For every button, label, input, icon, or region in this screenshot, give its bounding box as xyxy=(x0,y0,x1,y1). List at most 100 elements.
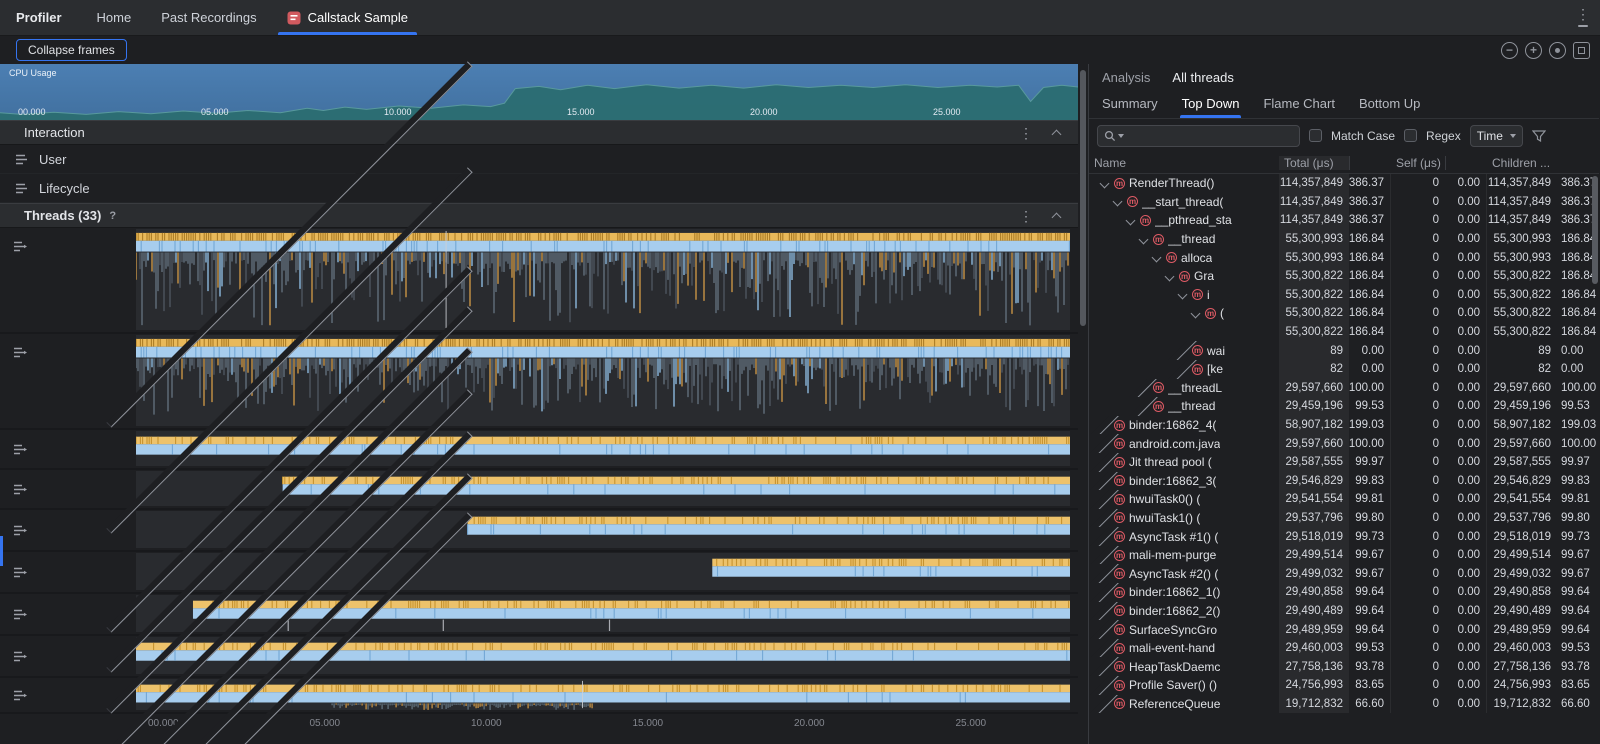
tab-past-recordings[interactable]: Past Recordings xyxy=(146,0,271,35)
collapse-chevron-icon[interactable] xyxy=(1100,178,1110,188)
tree-row[interactable]: m__thread29,459,19699.5300.0029,459,1969… xyxy=(1089,397,1599,416)
thread-label[interactable]: RenderThread xyxy=(0,552,136,592)
function-name: mali-mem-purge xyxy=(1129,548,1216,562)
collapse-chevron-icon[interactable] xyxy=(1152,253,1162,263)
tree-row[interactable]: mhwuiTask1() (29,537,79699.8000.0029,537… xyxy=(1089,509,1599,528)
tab-all-threads[interactable]: All threads xyxy=(1172,70,1233,85)
tree-row[interactable]: 55,300,822186.8400.0055,300,822186.84 xyxy=(1089,323,1599,342)
thread-label[interactable]: RenderThread xyxy=(0,430,136,468)
tree-row[interactable]: mi55,300,822186.8400.0055,300,822186.84 xyxy=(1089,286,1599,305)
tab-bottom-up[interactable]: Bottom Up xyxy=(1359,96,1420,118)
function-name: [ke xyxy=(1207,362,1223,376)
collapse-section-icon[interactable] xyxy=(1052,213,1062,223)
interaction-row-user[interactable]: User xyxy=(0,145,1078,174)
collapse-chevron-icon[interactable] xyxy=(1191,309,1201,319)
match-case-checkbox[interactable] xyxy=(1309,129,1322,142)
tree-row[interactable]: mRenderThread()114,357,849386.3700.00114… xyxy=(1089,174,1599,193)
collapse-chevron-icon[interactable] xyxy=(1113,197,1123,207)
tree-row[interactable]: m[ke820.0000.00820.00 xyxy=(1089,360,1599,379)
column-header-self[interactable]: Self (μs) xyxy=(1391,156,1445,170)
tree-row[interactable]: mbinder:16862_2()29,490,48999.6400.0029,… xyxy=(1089,602,1599,621)
reset-zoom-icon[interactable] xyxy=(1549,42,1566,59)
cell-children: 55,300,993 xyxy=(1487,248,1557,267)
tree-row[interactable]: mProfile Saver() ()24,756,99383.6500.002… xyxy=(1089,676,1599,695)
threads-kebab-icon[interactable]: ⋮ xyxy=(1019,210,1033,222)
tree-row[interactable]: mHeapTaskDaemc27,758,13693.7800.0027,758… xyxy=(1089,657,1599,676)
tree-row[interactable]: m__threadL29,597,660100.0000.0029,597,66… xyxy=(1089,379,1599,398)
kebab-menu-icon[interactable]: ⋮ xyxy=(1576,8,1590,20)
collapse-chevron-icon[interactable] xyxy=(1178,290,1188,300)
tree-row[interactable]: mAsyncTask #1() (29,518,01999.7300.0029,… xyxy=(1089,527,1599,546)
tree-row[interactable]: mbinder:16862_1()29,490,85899.6400.0029,… xyxy=(1089,583,1599,602)
thread-label[interactable]: AsyncTask #1 xyxy=(0,636,136,676)
tab-flame-chart[interactable]: Flame Chart xyxy=(1263,96,1335,118)
tree-row[interactable]: m__thread55,300,993186.8400.0055,300,993… xyxy=(1089,230,1599,249)
collapse-frames-button[interactable]: Collapse frames xyxy=(16,39,127,61)
left-scrollbar[interactable] xyxy=(1078,64,1088,744)
tree-row[interactable]: mReferenceQueue19,712,83266.6000.0019,71… xyxy=(1089,695,1599,714)
column-header-children[interactable]: Children ... xyxy=(1487,156,1599,170)
collapse-section-icon[interactable] xyxy=(1052,130,1062,140)
right-scrollbar-thumb[interactable] xyxy=(1592,176,1598,284)
tab-callstack-sample[interactable]: Callstack Sample xyxy=(272,0,423,35)
collapse-chevron-icon[interactable] xyxy=(1165,271,1175,281)
cell-self-pct: 0.00 xyxy=(1445,360,1487,379)
method-icon: m xyxy=(1114,494,1125,505)
help-icon[interactable]: ? xyxy=(109,210,116,222)
thread-track[interactable] xyxy=(136,335,1070,426)
tab-analysis[interactable]: Analysis xyxy=(1102,70,1150,85)
thread-row[interactable]: RenderThread xyxy=(0,510,1078,552)
thread-label[interactable]: HeapTaskDae... xyxy=(0,594,136,634)
thread-row[interactable]: android.com.ja... xyxy=(0,228,1078,334)
tree-row[interactable]: m__pthread_sta114,357,849386.3700.00114,… xyxy=(1089,211,1599,230)
interaction-row-lifecycle[interactable]: Lifecycle xyxy=(0,174,1078,203)
thread-label[interactable]: RenderThread xyxy=(0,334,136,428)
tab-summary[interactable]: Summary xyxy=(1102,96,1158,118)
thread-label[interactable]: RenderThread xyxy=(0,510,136,550)
regex-checkbox[interactable] xyxy=(1404,129,1417,142)
thread-icon xyxy=(14,484,27,495)
zoom-in-icon[interactable]: + xyxy=(1525,42,1542,59)
interaction-kebab-icon[interactable]: ⋮ xyxy=(1019,127,1033,139)
tree-row[interactable]: mhwuiTask0() (29,541,55499.8100.0029,541… xyxy=(1089,490,1599,509)
thread-label[interactable]: RenderThread xyxy=(0,470,136,508)
tree-row[interactable]: mwai890.0000.00890.00 xyxy=(1089,341,1599,360)
thread-row[interactable]: RenderThread xyxy=(0,430,1078,470)
tree-row[interactable]: mSurfaceSyncGro29,489,95999.6400.0029,48… xyxy=(1089,620,1599,639)
tree-row[interactable]: mbinder:16862_3(29,546,82999.8300.0029,5… xyxy=(1089,472,1599,491)
thread-label[interactable]: android.com.ja... xyxy=(0,228,136,332)
tab-top-down[interactable]: Top Down xyxy=(1182,96,1240,118)
tree-row[interactable]: mGra55,300,822186.8400.0055,300,822186.8… xyxy=(1089,267,1599,286)
interaction-header[interactable]: Interaction ⋮ xyxy=(0,120,1078,145)
column-header-name[interactable]: Name xyxy=(1089,156,1279,170)
tab-home[interactable]: Home xyxy=(82,0,147,35)
tree-row[interactable]: mmali-event-hand29,460,00399.5300.0029,4… xyxy=(1089,639,1599,658)
tree-row[interactable]: mandroid.com.java29,597,660100.0000.0029… xyxy=(1089,434,1599,453)
zoom-out-icon[interactable]: − xyxy=(1501,42,1518,59)
tree-row[interactable]: m(55,300,822186.8400.0055,300,822186.84 xyxy=(1089,304,1599,323)
cpu-usage-chart[interactable]: CPU Usage 00.00005.00010.00015.00020.000… xyxy=(0,64,1078,120)
tree-row[interactable]: malloca55,300,993186.8400.0055,300,99318… xyxy=(1089,248,1599,267)
search-history-caret-icon[interactable] xyxy=(1118,134,1124,138)
scrollbar-thumb[interactable] xyxy=(1080,70,1086,326)
tree-row[interactable]: mmali-mem-purge29,499,51499.6700.0029,49… xyxy=(1089,546,1599,565)
thread-row[interactable]: RenderThread xyxy=(0,334,1078,430)
search-text-field[interactable] xyxy=(1126,128,1293,144)
threads-header[interactable]: Threads (33) ? ⋮ xyxy=(0,203,1078,228)
thread-label[interactable]: AsyncTask #2 xyxy=(0,678,136,712)
time-dropdown[interactable]: Time xyxy=(1470,125,1523,147)
collapse-chevron-icon[interactable] xyxy=(1126,216,1136,226)
cell-total: 89 xyxy=(1279,341,1349,360)
tree-row[interactable]: m__start_thread(114,357,849386.3700.0011… xyxy=(1089,193,1599,212)
tree-row[interactable]: mAsyncTask #2() (29,499,03299.6700.0029,… xyxy=(1089,564,1599,583)
cpu-time-label: 00.000 xyxy=(18,107,46,117)
filter-icon[interactable] xyxy=(1532,130,1546,142)
thread-track[interactable] xyxy=(136,229,1070,330)
search-input[interactable] xyxy=(1097,125,1300,147)
minimize-icon[interactable] xyxy=(1578,25,1588,27)
collapse-chevron-icon[interactable] xyxy=(1139,234,1149,244)
zoom-to-selection-icon[interactable] xyxy=(1573,42,1590,59)
tree-row[interactable]: mJit thread pool (29,587,55599.9700.0029… xyxy=(1089,453,1599,472)
tree-row[interactable]: mbinder:16862_4(58,907,182199.0300.0058,… xyxy=(1089,416,1599,435)
column-header-total[interactable]: Total (μs) xyxy=(1279,156,1349,170)
